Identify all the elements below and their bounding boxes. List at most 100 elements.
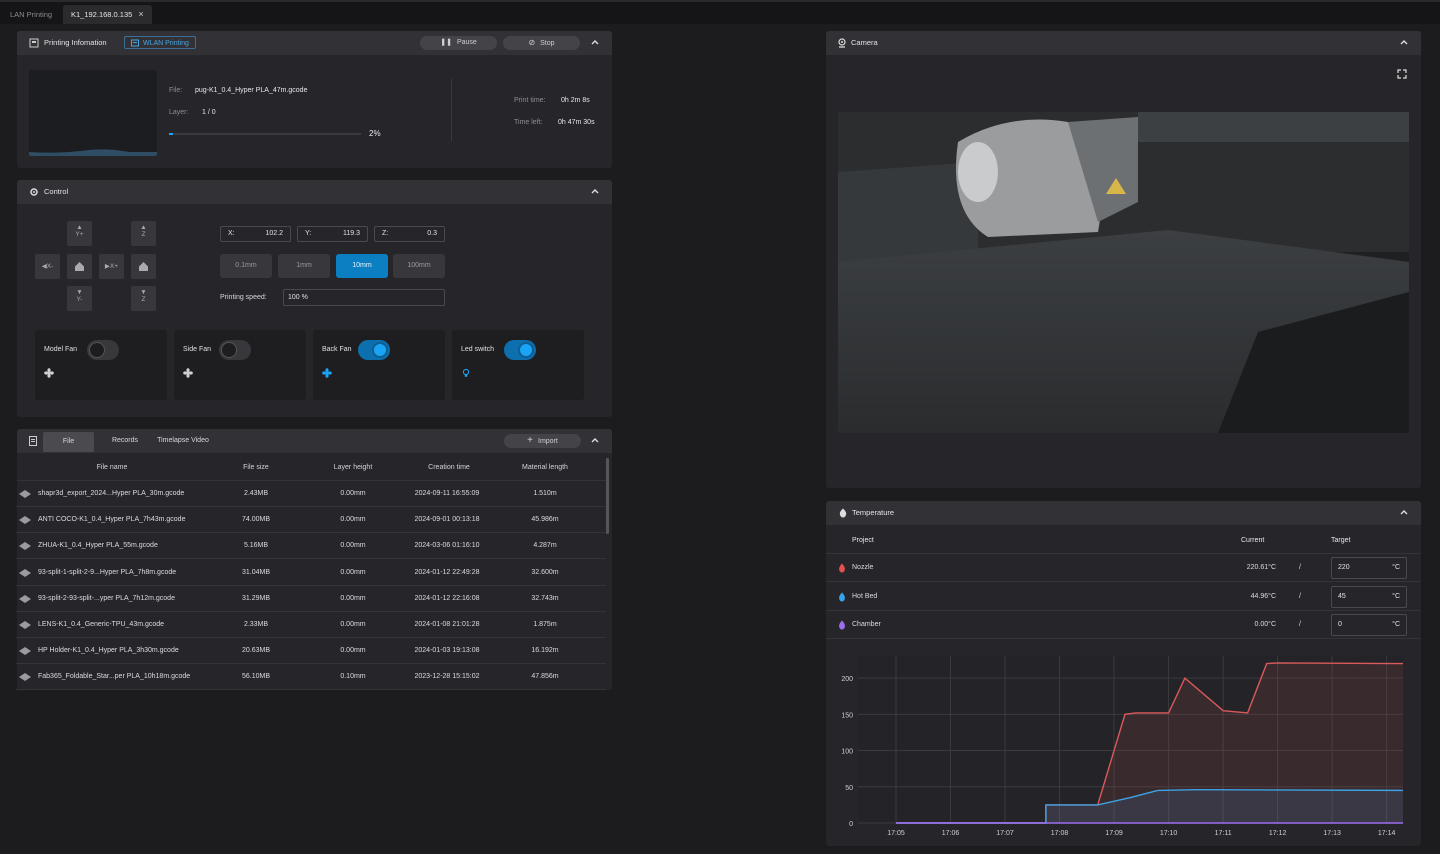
jog-x-plus-button[interactable]: ▶X+ (99, 254, 124, 279)
jog-y-minus-button[interactable]: ▼ Y- (67, 286, 92, 311)
file-thumbnail-icon (19, 490, 31, 498)
jog-z-up-label: Z (141, 231, 146, 238)
layer-height: 0.00mm (340, 490, 366, 497)
wifi-icon (131, 39, 139, 47)
y-tick-label: 50 (845, 785, 853, 792)
model-fan-toggle[interactable] (87, 340, 119, 360)
step-100mm-button[interactable]: 100mm (393, 254, 445, 278)
layer-label: Layer: (169, 109, 189, 116)
document-icon (29, 436, 37, 446)
side-fan-toggle[interactable] (219, 340, 251, 360)
table-row[interactable]: Fab365_Foldable_Star...per PLA_10h18m.gc… (16, 664, 606, 691)
column-header-creation-time[interactable]: Creation time (408, 464, 490, 471)
nozzle-target-input[interactable]: 220 °C (1331, 557, 1407, 579)
back-fan-toggle[interactable] (358, 340, 390, 360)
y-value: 119.3 (343, 230, 360, 237)
led-switch-toggle[interactable] (504, 340, 536, 360)
progress-percent: 2% (369, 129, 381, 138)
column-header-file-size[interactable]: File size (226, 464, 286, 471)
table-scrollbar[interactable] (606, 458, 609, 534)
chevron-up-icon[interactable] (1399, 507, 1409, 517)
layer-height: 0.00mm (340, 621, 366, 628)
file-thumbnail-icon (19, 673, 31, 682)
stop-label: Stop (540, 40, 555, 47)
column-header-material-length[interactable]: Material length (509, 464, 581, 471)
table-row[interactable]: 93-split-1-split-2-9...Hyper PLA_7h8m.gc… (16, 560, 606, 586)
file-size: 20.63MB (241, 647, 271, 655)
y-tick-label: 200 (841, 676, 853, 683)
chevron-up-icon[interactable] (590, 37, 600, 47)
pause-button[interactable]: ❚❚ Pause (420, 36, 497, 50)
step-0.1mm-button[interactable]: 0.1mm (220, 254, 272, 278)
stop-button[interactable]: ⊘ Stop (503, 36, 580, 50)
creation-time: 2024-09-11 16:55:09 (414, 490, 480, 497)
close-tab-icon[interactable]: × (138, 9, 143, 19)
table-row[interactable]: 93-split-2-93-split-...yper PLA_7h12m.gc… (16, 586, 606, 612)
toggle-knob (372, 342, 388, 358)
table-row[interactable]: ANTI COCO-K1_0.4_Hyper PLA_7h43m.gcode 74… (16, 507, 606, 534)
tab-label: K1_192.168.0.135 (71, 10, 133, 19)
file-size: 2.43MB (243, 490, 269, 497)
column-header-file-name[interactable]: File name (70, 464, 154, 471)
tab-timelapse-video[interactable]: Timelapse Video (151, 429, 215, 453)
tab-records[interactable]: Records (103, 429, 147, 453)
fan-name: Led switch (461, 346, 495, 353)
temp-current: 0.00°C (1254, 621, 1276, 628)
temp-target: 0 (1338, 621, 1342, 628)
jog-z-down-button[interactable]: ▼ Z (131, 286, 156, 311)
y-label: Y: (305, 230, 312, 237)
step-10mm-button[interactable]: 10mm (336, 254, 388, 278)
step-label: 1mm (296, 262, 312, 269)
column-header-layer-height[interactable]: Layer height (318, 464, 388, 471)
y-tick-label: 150 (841, 712, 853, 719)
tab-lan-printing[interactable]: LAN Printing (2, 5, 60, 24)
chevron-up-icon[interactable] (590, 186, 600, 196)
home-z-button[interactable] (131, 254, 156, 279)
x-tick-label: 17:14 (1378, 830, 1396, 837)
table-row[interactable]: HP Holder-K1_0.4_Hyper PLA_3h30m.gcode 20… (16, 638, 606, 665)
chevron-up-icon[interactable] (590, 435, 600, 445)
stop-icon: ⊘ (528, 38, 536, 47)
import-button[interactable]: + Import (504, 434, 581, 448)
printing-speed-input[interactable]: 100 % (283, 289, 445, 306)
chevron-up-icon[interactable] (1399, 37, 1409, 47)
camera-header: Camera (826, 31, 1421, 55)
arrow-down-icon: ▼ (140, 289, 147, 296)
table-row[interactable]: shapr3d_export_2024...Hyper PLA_30m.gcod… (16, 481, 606, 507)
fan-name: Model Fan (44, 346, 78, 353)
z-value: 0.3 (427, 230, 437, 237)
tab-timelapse-label: Timelapse Video (157, 437, 209, 444)
home-xy-button[interactable] (67, 254, 92, 279)
progress-fill (169, 133, 173, 135)
table-row[interactable]: LENS-K1_0.4_Generic-TPU_43m.gcode 2.33MB 0… (16, 612, 606, 638)
material-length: 47.856m (531, 673, 559, 681)
chamber-target-input[interactable]: 0 °C (1331, 614, 1407, 636)
layer-height: 0.00mm (340, 568, 366, 576)
hot-bed-target-input[interactable]: 45 °C (1331, 586, 1407, 608)
jog-x-minus-button[interactable]: ◀X- (35, 254, 60, 279)
temp-current: 44.96°C (1250, 593, 1276, 600)
step-1mm-button[interactable]: 1mm (278, 254, 330, 278)
jog-y-plus-button[interactable]: ▲ Y+ (67, 221, 92, 246)
file-thumbnail-icon (19, 647, 31, 656)
print-preview-thumbnail (29, 70, 157, 156)
layer-value: 1 / 0 (202, 109, 216, 116)
printing-speed-value: 100 % (288, 294, 308, 301)
creation-time: 2023-12-28 15:15:02 (414, 673, 480, 681)
pause-label: Pause (456, 39, 477, 46)
table-row[interactable]: ZHUA-K1_0.4_Hyper PLA_55m.gcode 5.16MB 0.0… (16, 533, 606, 560)
flame-icon (839, 508, 847, 518)
tab-k1-printer[interactable]: K1_192.168.0.135 × (63, 5, 152, 24)
fullscreen-icon[interactable] (1397, 69, 1407, 79)
file-size: 5.16MB (243, 542, 269, 550)
printing-speed-label: Printing speed: (220, 294, 267, 301)
jog-z-up-button[interactable]: ▲ Z (131, 221, 156, 246)
material-length: 4.287m (533, 542, 557, 550)
toggle-knob (89, 342, 105, 358)
file-name: shapr3d_export_2024...Hyper PLA_30m.gcod… (38, 490, 185, 497)
file-thumbnail-icon (19, 516, 31, 525)
material-length: 16.192m (531, 647, 559, 655)
jog-x-plus-label: X+ (109, 263, 119, 270)
tab-file[interactable]: File (43, 432, 94, 452)
jog-x-minus-label: X- (46, 263, 54, 270)
